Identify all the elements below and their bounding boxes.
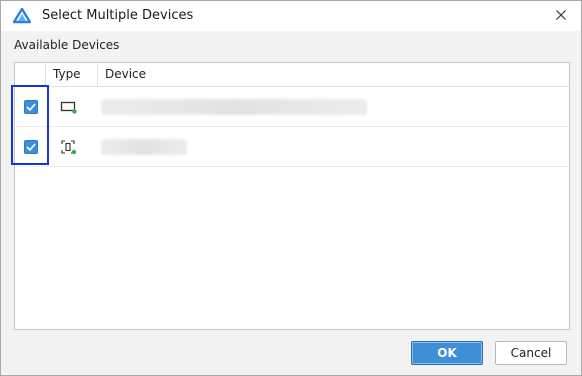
device-name xyxy=(101,139,187,155)
close-icon xyxy=(556,9,566,23)
dialog-title: Select Multiple Devices xyxy=(42,8,194,23)
devices-table: Type Device xyxy=(14,62,570,330)
table-row[interactable] xyxy=(15,127,569,167)
deveco-logo-icon xyxy=(12,7,32,24)
column-header-type[interactable]: Type xyxy=(45,63,97,86)
monitor-device-icon xyxy=(60,99,78,115)
close-button[interactable] xyxy=(541,1,581,31)
table-header: Type Device xyxy=(15,63,569,87)
device-name xyxy=(101,99,367,115)
cancel-button[interactable]: Cancel xyxy=(495,341,567,365)
title-bar: Select Multiple Devices xyxy=(1,1,581,31)
column-header-select[interactable] xyxy=(15,63,45,86)
available-devices-label: Available Devices xyxy=(14,38,120,52)
column-header-device[interactable]: Device xyxy=(97,63,569,86)
select-devices-dialog: Select Multiple Devices Available Device… xyxy=(0,0,582,376)
checkbox-highlight-box xyxy=(11,85,49,165)
phone-device-icon xyxy=(60,139,78,155)
ok-button[interactable]: OK xyxy=(411,341,483,365)
table-row[interactable] xyxy=(15,87,569,127)
